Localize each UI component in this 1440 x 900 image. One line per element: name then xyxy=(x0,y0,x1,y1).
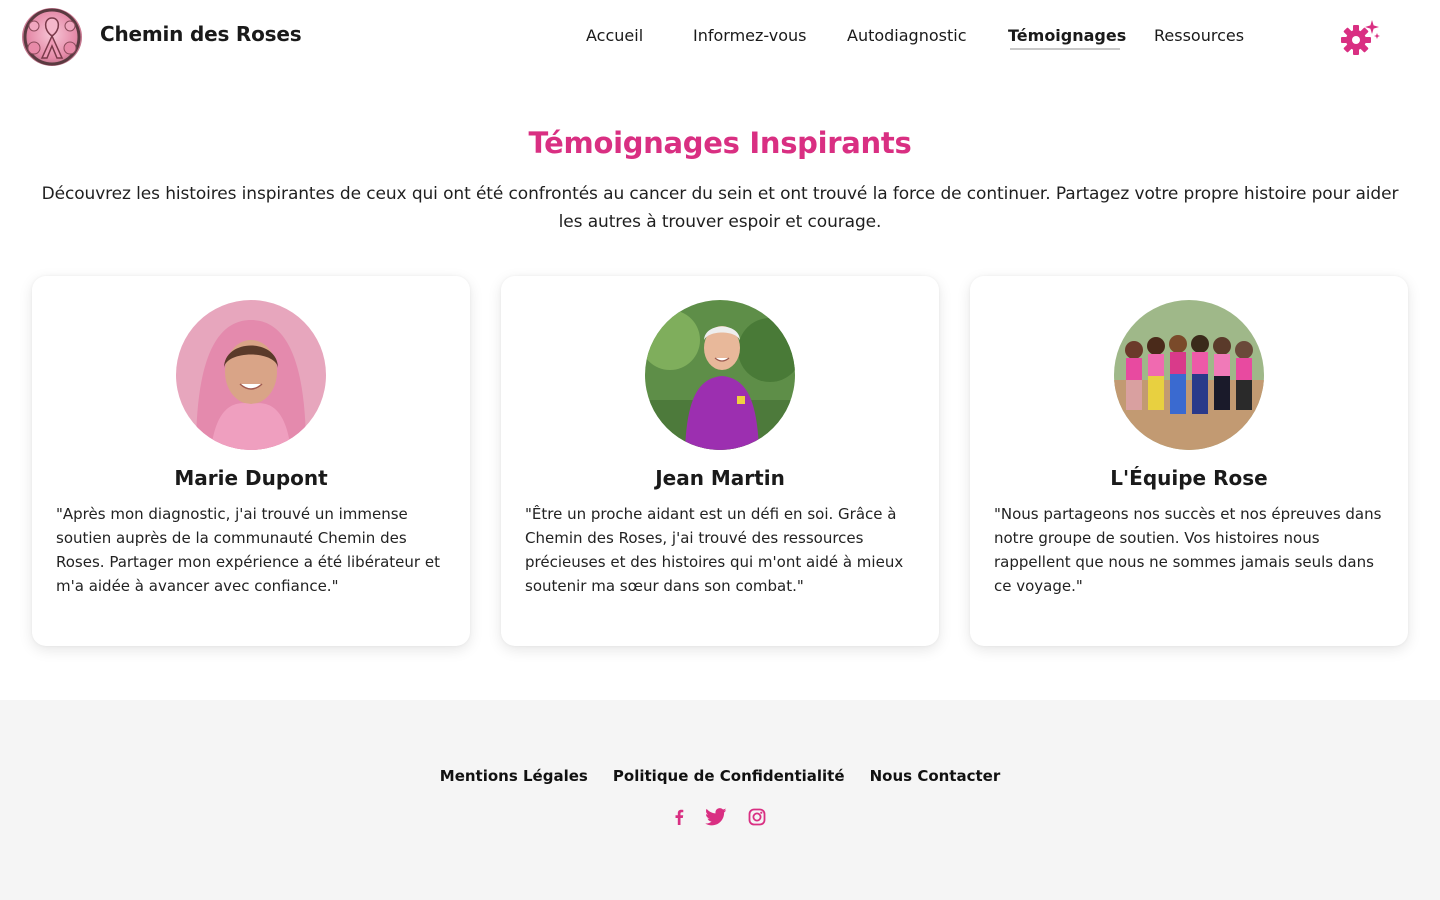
nav-item-accueil[interactable]: Accueil xyxy=(586,26,643,45)
gear-sparkle-icon[interactable] xyxy=(1339,18,1381,58)
card-quote: "Après mon diagnostic, j'ai trouvé un im… xyxy=(56,505,440,595)
card-name: Marie Dupont xyxy=(174,466,328,490)
nav-item-ressources[interactable]: Ressources xyxy=(1154,26,1244,45)
footer-links: Mentions Légales Politique de Confidenti… xyxy=(0,766,1440,785)
page-title: Témoignages Inspirants xyxy=(528,126,912,160)
card-name: L'Équipe Rose xyxy=(1110,466,1268,490)
social-links xyxy=(0,808,1440,830)
nav-item-informez-vous[interactable]: Informez-vous xyxy=(693,26,806,45)
testimonial-card: Jean Martin "Être un proche aidant est u… xyxy=(501,276,939,646)
active-nav-indicator xyxy=(1010,48,1120,50)
intro-text: Découvrez les histoires inspirantes de c… xyxy=(41,184,1399,232)
facebook-icon[interactable] xyxy=(674,809,684,829)
site-header: Chemin des Roses Accueil Informez-vous A… xyxy=(0,0,1440,75)
card-quote: "Être un proche aidant est un défi en so… xyxy=(525,505,904,595)
card-quote: "Nous partageons nos succès et nos épreu… xyxy=(994,505,1382,595)
nav-item-autodiagnostic[interactable]: Autodiagnostic xyxy=(847,26,967,45)
footer-link-mentions-legales[interactable]: Mentions Légales xyxy=(440,767,588,785)
main-nav: Accueil Informez-vous Autodiagnostic Tém… xyxy=(0,26,1440,52)
card-name: Jean Martin xyxy=(655,466,785,490)
avatar-photo xyxy=(176,300,326,450)
site-footer: Mentions Légales Politique de Confidenti… xyxy=(0,700,1440,900)
testimonial-card: Marie Dupont "Après mon diagnostic, j'ai… xyxy=(32,276,470,646)
footer-link-nous-contacter[interactable]: Nous Contacter xyxy=(870,767,1001,785)
instagram-icon[interactable] xyxy=(748,808,766,830)
twitter-icon[interactable] xyxy=(705,808,727,830)
footer-link-politique-confidentialite[interactable]: Politique de Confidentialité xyxy=(613,767,845,785)
avatar-photo xyxy=(1114,300,1264,450)
avatar-photo xyxy=(645,300,795,450)
testimonial-card: L'Équipe Rose "Nous partageons nos succè… xyxy=(970,276,1408,646)
nav-item-temoignages[interactable]: Témoignages xyxy=(1008,26,1126,45)
